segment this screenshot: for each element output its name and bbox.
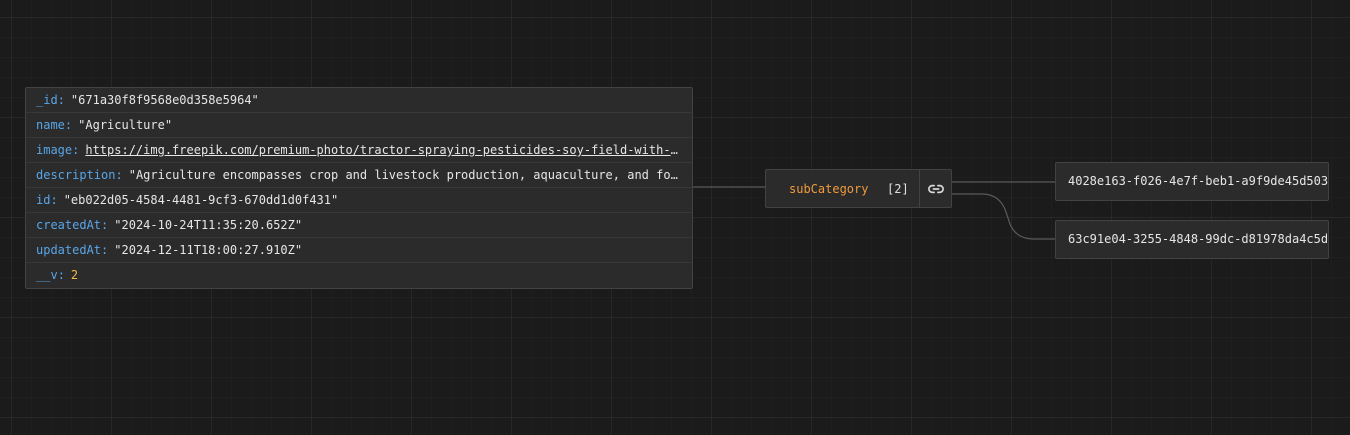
field-row-_id: _id: "671a30f8f9568e0d358e5964"	[26, 88, 692, 113]
field-row-description: description: "Agriculture encompasses cro…	[26, 163, 692, 188]
subcategory-count: [2]	[887, 181, 909, 196]
subcategory-node[interactable]: subCategory [2]	[765, 169, 952, 208]
edge-subcategory-to-leaf-2	[952, 193, 1055, 240]
field-key: updatedAt	[36, 243, 102, 257]
field-value: "eb022d05-4584-4481-9cf3-670dd1d0f431"	[63, 193, 339, 207]
field-row-__v: __v: 2	[36, 268, 79, 282]
field-key: name	[36, 118, 65, 132]
field-key: image	[36, 143, 73, 157]
object-node[interactable]: _id: "671a30f8f9568e0d358e5964" name: "Agr…	[25, 87, 693, 289]
field-row-updatedAt: updatedAt: "2024-12-11T18:00:27.910Z"	[26, 238, 692, 263]
field-value: "Agriculture"	[78, 118, 173, 132]
field-key: createdAt	[36, 218, 102, 232]
field-row-createdAt: createdAt: "2024-10-24T11:35:20.652Z"	[26, 213, 692, 238]
field-row-image: image: https://img.freepik.com/premium-ph…	[26, 138, 692, 163]
field-key: __v	[36, 268, 58, 282]
field-value: "Agriculture encompasses crop and livest…	[128, 168, 692, 182]
field-value: "2024-10-24T11:35:20.652Z"	[114, 218, 303, 232]
leaf-node[interactable]: 63c91e04-3255-4848-99dc-d81978da4c5d	[1055, 220, 1329, 259]
field-key: _id	[36, 93, 58, 107]
graph-canvas[interactable]: _id: "671a30f8f9568e0d358e5964" name: "Agr…	[0, 0, 1350, 435]
field-row-name: name: "Agriculture"	[26, 113, 692, 138]
subcategory-label: subCategory	[789, 181, 869, 196]
field-key: id	[36, 193, 51, 207]
field-value: "671a30f8f9568e0d358e5964"	[70, 93, 259, 107]
leaf-node[interactable]: 4028e163-f026-4e7f-beb1-a9f9de45d503	[1055, 162, 1329, 201]
field-value: 2	[70, 268, 79, 282]
image-url-link[interactable]: https://img.freepik.com/premium-photo/tr…	[85, 143, 692, 157]
field-value: "2024-12-11T18:00:27.910Z"	[114, 243, 303, 257]
field-key: description	[36, 168, 116, 182]
expand-link-button[interactable]	[920, 169, 951, 208]
field-row-id: id: "eb022d05-4584-4481-9cf3-670dd1d0f431…	[26, 188, 692, 213]
link-icon	[927, 184, 944, 193]
